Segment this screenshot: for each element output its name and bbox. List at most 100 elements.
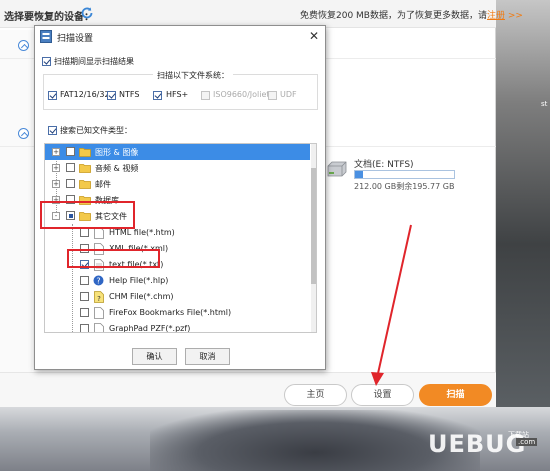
refresh-icon[interactable] — [80, 6, 94, 20]
annotation-arrow — [371, 224, 412, 386]
promo-arrow: >> — [507, 11, 523, 21]
desktop-edge — [496, 0, 550, 407]
tree-checkbox[interactable] — [66, 163, 75, 172]
tree-item-audio-video[interactable]: + 音频 & 视频 — [45, 160, 310, 176]
tree-item-database[interactable]: + 数据库 — [45, 192, 310, 208]
collapse-icon[interactable] — [18, 128, 29, 139]
help-icon: ? — [93, 275, 104, 286]
chm-file-icon: ? — [94, 291, 104, 303]
screen: st 选择要恢复的设备： 免费恢复200 MB数据，为了恢复更多数据，请注册 >… — [0, 0, 550, 471]
expand-icon[interactable]: + — [52, 196, 60, 204]
watermark: UEBUG 下载站 .com — [398, 424, 548, 470]
expand-icon[interactable]: + — [52, 148, 60, 156]
show-results-label: 扫描期间显示扫描结果 — [54, 57, 134, 66]
show-results-checkbox[interactable] — [42, 57, 51, 66]
tree-item-html[interactable]: HTML file(*.htm) — [45, 225, 310, 241]
hard-drive-icon — [327, 161, 347, 177]
register-link[interactable]: 注册 — [487, 11, 505, 21]
document-icon — [94, 227, 104, 239]
tree-scrollbar[interactable] — [311, 144, 316, 332]
tree-checkbox[interactable] — [66, 179, 75, 188]
search-known-checkbox[interactable] — [48, 126, 57, 135]
tree-label: CHM File(*.chm) — [109, 292, 174, 301]
cancel-button[interactable]: 取消 — [185, 348, 230, 365]
folder-icon — [79, 148, 91, 157]
fs-checkbox-udf[interactable] — [268, 91, 277, 100]
tree-label: HTML file(*.htm) — [109, 228, 175, 237]
drive-size-text: 212.00 GB剩余195.77 GB — [354, 182, 455, 191]
tree-item-hlp[interactable]: ? Help File(*.hlp) — [45, 273, 310, 289]
promo-text: 免费恢复200 MB数据，为了恢复更多数据，请注册 >> — [300, 11, 523, 21]
dialog-titlebar: 扫描设置 ✕ — [35, 26, 325, 48]
app-icon — [40, 30, 52, 43]
tree-checkbox[interactable] — [80, 292, 89, 301]
tree-checkbox[interactable] — [80, 324, 89, 332]
home-button[interactable]: 主页 — [284, 384, 347, 406]
folder-icon — [79, 212, 91, 221]
side-text: st — [541, 100, 548, 108]
ok-button[interactable]: 确认 — [132, 348, 177, 365]
tree-label: text file(*.txt) — [109, 260, 164, 269]
scan-settings-dialog: 扫描设置 ✕ 扫描期间显示扫描结果 扫描以下文件系统： FAT12/16/32 … — [34, 25, 326, 370]
watermark-domain: .com — [516, 438, 538, 446]
tree-checkbox[interactable] — [80, 260, 89, 269]
document-icon — [94, 307, 104, 319]
tree-checkbox[interactable] — [80, 308, 89, 317]
fs-label-fat: FAT12/16/32 — [60, 90, 110, 99]
fs-label-hfs: HFS+ — [166, 90, 189, 99]
tree-label: 邮件 — [95, 180, 111, 189]
collapse-icon[interactable]: - — [52, 212, 60, 220]
tree-label: 数据库 — [95, 196, 119, 205]
tree-checkbox[interactable] — [80, 244, 89, 253]
tree-label: 其它文件 — [95, 212, 127, 221]
tree-item-txt[interactable]: text file(*.txt) — [45, 257, 310, 273]
fs-checkbox-fat[interactable] — [48, 91, 57, 100]
tree-label: Help File(*.hlp) — [109, 276, 169, 285]
tree-checkbox[interactable] — [66, 211, 75, 220]
tree-label: GraphPad PZF(*.pzf) — [109, 324, 191, 333]
tree-item-other-files[interactable]: - 其它文件 — [45, 208, 310, 224]
file-type-tree: + 图形 & 图像 + 音频 & 视频 + 邮件 + 数据库 - 其它文件 HT… — [44, 143, 317, 333]
tree-item-firefox[interactable]: FireFox Bookmarks File(*.html) — [45, 305, 310, 321]
close-icon[interactable]: ✕ — [307, 29, 321, 43]
dialog-title: 扫描设置 — [57, 34, 94, 44]
tree-label: 图形 & 图像 — [95, 148, 139, 157]
collapse-icon[interactable] — [18, 40, 29, 51]
folder-icon — [79, 196, 91, 205]
fs-checkbox-ntfs[interactable] — [107, 91, 116, 100]
document-icon — [94, 243, 104, 255]
tree-label: 音频 & 视频 — [95, 164, 139, 173]
fs-checkbox-hfs[interactable] — [153, 91, 162, 100]
document-icon — [94, 259, 104, 271]
tree-checkbox[interactable] — [80, 228, 89, 237]
document-icon — [94, 323, 104, 332]
fs-label-udf: UDF — [280, 90, 297, 99]
fs-checkbox-iso[interactable] — [201, 91, 210, 100]
drive-name[interactable]: 文档(E: NTFS) — [354, 157, 414, 170]
tree-checkbox[interactable] — [66, 195, 75, 204]
tree-item-pzf[interactable]: GraphPad PZF(*.pzf) — [45, 321, 310, 333]
scan-button[interactable]: 扫描 — [419, 384, 492, 406]
tree-checkbox[interactable] — [80, 276, 89, 285]
fs-label-ntfs: NTFS — [119, 90, 140, 99]
folder-icon — [79, 180, 91, 189]
expand-icon[interactable]: + — [52, 180, 60, 188]
svg-text:?: ? — [96, 276, 100, 285]
tree-checkbox[interactable] — [66, 147, 75, 156]
left-panel — [0, 30, 32, 407]
svg-text:?: ? — [97, 295, 101, 303]
app-header: 选择要恢复的设备： 免费恢复200 MB数据，为了恢复更多数据，请注册 >> — [0, 0, 523, 28]
tree-item-mail[interactable]: + 邮件 — [45, 176, 310, 192]
folder-icon — [79, 164, 91, 173]
scrollbar-thumb[interactable] — [311, 168, 316, 284]
tree-item-chm[interactable]: ? CHM File(*.chm) — [45, 289, 310, 305]
filesystem-group-title: 扫描以下文件系统： — [153, 70, 233, 81]
fs-label-iso: ISO9660/Joliet — [213, 90, 270, 99]
drive-usage-fill — [355, 171, 363, 178]
tree-item-xml[interactable]: XML file(*.xml) — [45, 241, 310, 257]
tree-label: XML file(*.xml) — [109, 244, 169, 253]
tree-label: FireFox Bookmarks File(*.html) — [109, 308, 232, 317]
expand-icon[interactable]: + — [52, 164, 60, 172]
drive-usage-bar — [354, 170, 455, 179]
tree-item-graphics[interactable]: + 图形 & 图像 — [45, 144, 310, 160]
